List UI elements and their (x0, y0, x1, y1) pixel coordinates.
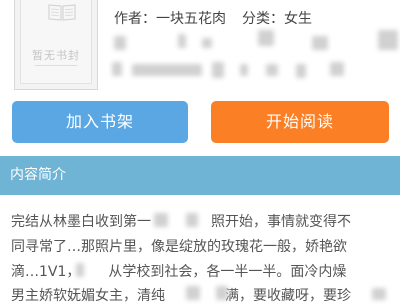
redacted-block (216, 286, 228, 300)
intro-text-segment: 男主娇软妩媚女主，清纯 (11, 288, 165, 304)
redacted-block (330, 62, 344, 76)
redacted-block (186, 213, 198, 227)
redacted-block (178, 34, 186, 48)
book-cover: 暂无书封 (14, 0, 98, 90)
redacted-block (154, 213, 168, 227)
book-cover-placeholder: 暂无书封 (20, 0, 92, 84)
intro-text-segment: 满，要收藏呀，要珍 (225, 288, 351, 304)
category-label: 分类： (242, 11, 284, 27)
start-reading-button[interactable]: 开始阅读 (211, 101, 389, 143)
intro-text-line: 同寻常了…那照片里，像是绽放的玫瑰花一般，娇艳欲 (11, 239, 347, 255)
intro-text-segment: 从学校到社会，各一半一半。面冷内燥 (108, 264, 347, 280)
open-book-icon (48, 4, 76, 21)
author-name: 一块五花肉 (156, 11, 226, 27)
redacted-block (212, 62, 224, 78)
intro-text-line: 男主娇软妩媚女主，清纯 满，要收藏呀，要珍 (11, 285, 351, 305)
add-to-shelf-button[interactable]: 加入书架 (12, 101, 188, 143)
cover-divider (35, 65, 77, 66)
intro-text-segment: 完结从林墨白收到第一 (11, 214, 151, 230)
intro-text-segment: 滴…1V1， (11, 264, 81, 280)
intro-text-line: 滴…1V1， 从学校到社会，各一半一半。面冷内燥 (11, 261, 346, 281)
redacted-block (378, 30, 398, 50)
author-label: 作者： (114, 11, 156, 27)
redacted-block (186, 286, 200, 300)
redacted-block (258, 30, 274, 46)
intro-text-segment: 照开始，事情就变得不 (211, 214, 351, 230)
redacted-block (240, 64, 248, 76)
redacted-block (312, 36, 328, 50)
redacted-block (114, 36, 126, 50)
redacted-block (76, 263, 84, 277)
redacted-block (266, 64, 278, 76)
redacted-block (372, 288, 386, 300)
redacted-block (202, 38, 212, 48)
redacted-block (296, 64, 306, 78)
book-meta: 作者：一块五花肉 分类：女生 (114, 8, 312, 28)
redacted-block (132, 64, 202, 76)
cover-placeholder-text: 暂无书封 (32, 49, 80, 62)
intro-text-line: 完结从林墨白收到第一 照开始，事情就变得不 (11, 211, 351, 231)
intro-header: 内容简介 (0, 156, 400, 195)
redacted-block (112, 62, 122, 76)
category-value: 女生 (284, 11, 312, 27)
